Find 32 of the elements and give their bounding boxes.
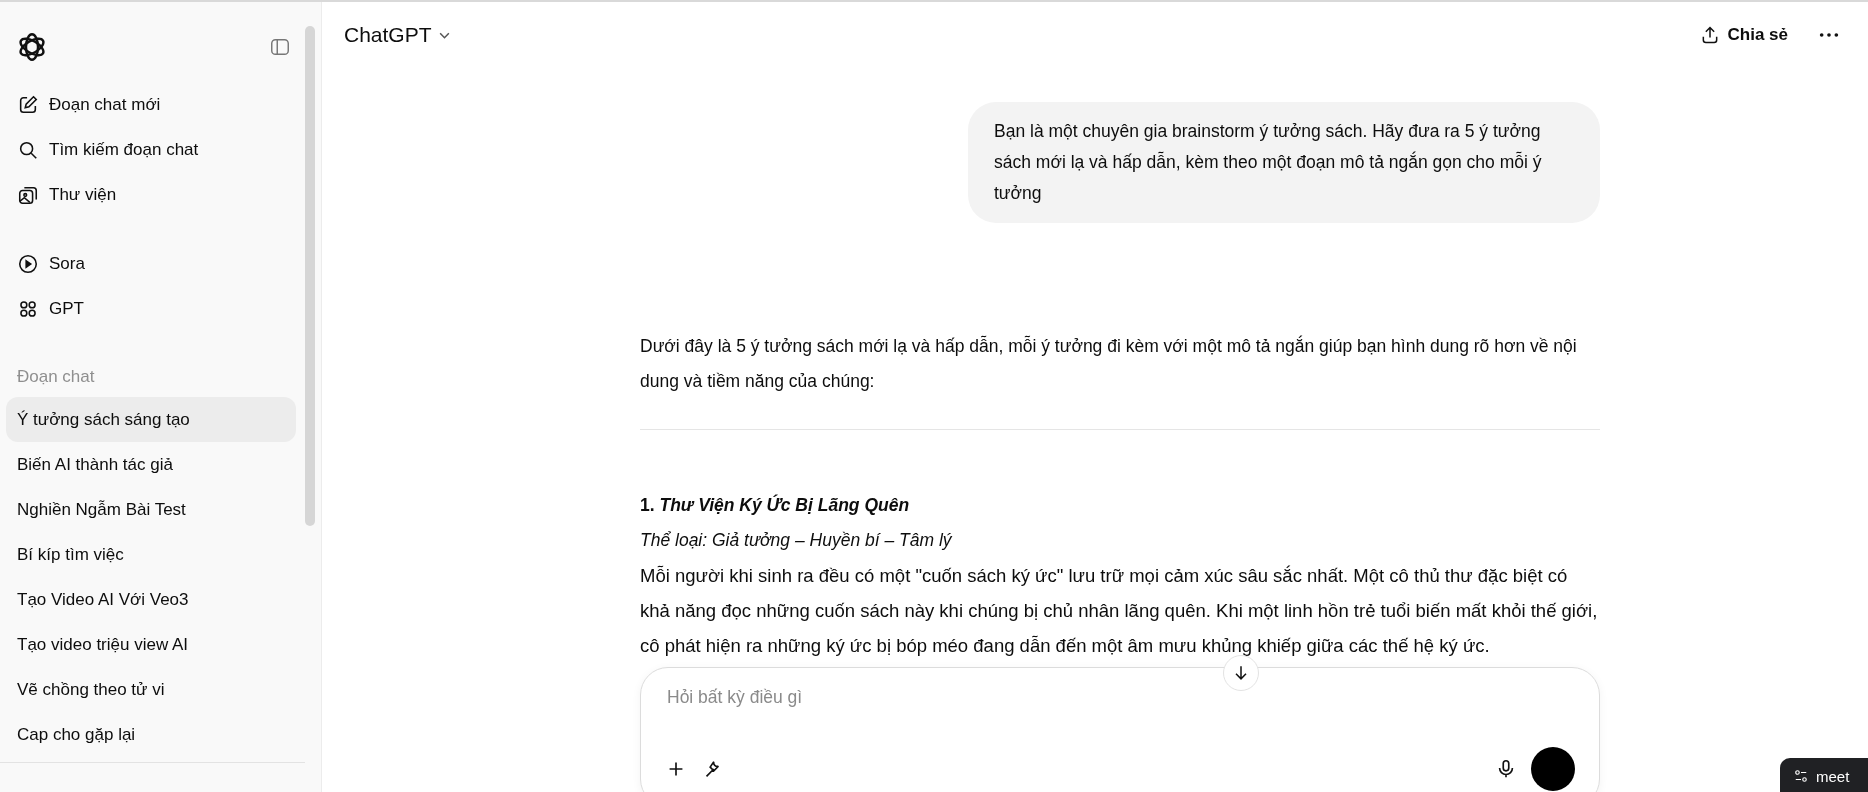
section-label: Đoạn chat	[16, 366, 96, 388]
scrollbar[interactable]	[305, 26, 315, 526]
scroll-down-button[interactable]	[1223, 655, 1259, 691]
message-input[interactable]: Hỏi bất kỳ điều gì	[665, 686, 1579, 709]
play-icon	[17, 252, 39, 275]
model-selector[interactable]: ChatGPT	[344, 23, 451, 47]
idea-heading: 1. Thư Viện Ký Ức Bị Lãng Quên	[640, 493, 911, 517]
logo-icon[interactable]	[17, 32, 47, 62]
chat-item[interactable]: Vẽ chồng theo tử vi	[6, 667, 296, 712]
settings-icon	[1794, 769, 1808, 783]
nav-item[interactable]: Tìm kiếm đoạn chat	[6, 127, 274, 172]
share-button[interactable]: Chia sẻ	[1699, 25, 1788, 45]
nav-item[interactable]: Thư viện	[6, 172, 274, 217]
toast-text: meet	[1816, 767, 1850, 785]
chat-item[interactable]: Ý tưởng sách sáng tạo	[6, 397, 296, 442]
chat-item[interactable]: Bí kíp tìm việc	[6, 532, 296, 577]
nav-item[interactable]: Sora	[6, 241, 274, 286]
idea-genre: Thể loại: Giả tưởng – Huyền bí – Tâm lý	[640, 529, 953, 552]
nav-item[interactable]: Đoạn chat mới	[6, 82, 274, 127]
chat-item[interactable]: Tạo video triệu view AI	[6, 622, 296, 667]
chat-item[interactable]: Cap cho gặp lại	[6, 712, 296, 757]
nav-item[interactable]: GPT	[6, 286, 274, 331]
sidebar-toggle-icon[interactable]	[269, 36, 291, 58]
more-icon[interactable]	[1818, 31, 1840, 39]
assistant-paragraph: Dưới đây là 5 ý tưởng sách mới lạ và hấp dẫn, mỗi ý tưởng đi kèm với một mô tả ngắn giúp bạn hình dung rõ hơn về nội dung và tiềm năng của chúng:	[640, 334, 1578, 393]
chat-item[interactable]: Biến AI thành tác giả	[6, 442, 296, 487]
chat-item[interactable]: Nghiền Ngẫm Bài Test	[6, 487, 296, 532]
voice-button[interactable]	[1531, 747, 1575, 791]
chat-item[interactable]: Tạo Video AI Với Veo3	[6, 577, 296, 622]
idea-description: Mỗi người khi sinh ra đều có một "cuốn sách ký ức" lưu trữ mọi cảm xúc sâu sắc nhất. Một cô thủ thư đặc biệt có khả năng đọc những cuốn sách này khi chúng bị chủ nhân lãng quên. Khi một linh hồn trẻ tuổi biến mất khỏi thế giới, cô phát hiện ra những ký ức bị bóp méo đang dẫn đến một âm mưu khủng khiếp giữa các thế hệ ký ức.	[640, 564, 1599, 658]
user-message: Bạn là một chuyên gia brainstorm ý tưởng sách. Hãy đưa ra 5 ý tưởng sách mới lạ và hấp dẫn, kèm theo một đoạn mô tả ngắn gọn cho mỗi ý tưởng	[968, 102, 1600, 223]
edit-icon	[17, 93, 39, 116]
